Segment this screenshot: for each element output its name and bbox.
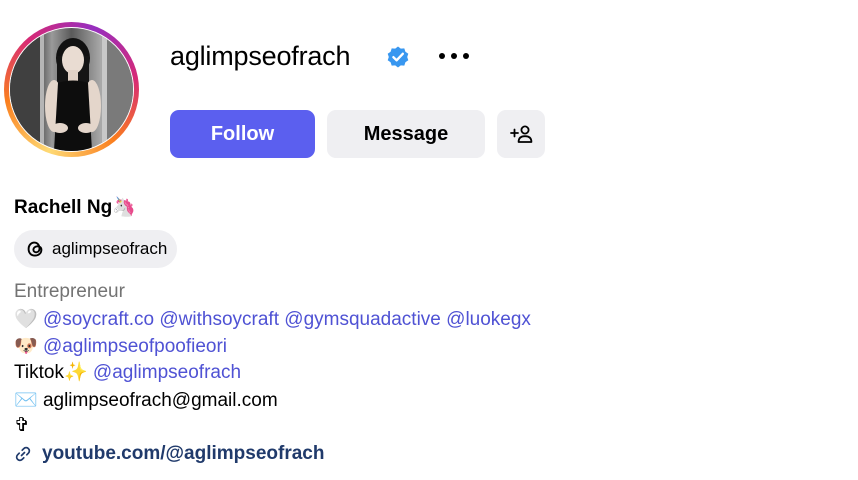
external-link-text: youtube.com/@aglimpseofrach: [42, 443, 325, 464]
suggested-accounts-button[interactable]: [497, 110, 545, 158]
dog-emoji: 🐶: [14, 335, 38, 357]
profile-category: Entrepreneur: [14, 281, 125, 302]
threads-icon: [27, 241, 43, 257]
profile-username: aglimpseofrach: [170, 41, 351, 71]
mention-link[interactable]: @gymsquadactive: [284, 309, 441, 330]
avatar-image: [10, 28, 133, 151]
profile-header: aglimpseofrach Follow Message Rachell Ng…: [0, 0, 858, 480]
add-person-icon: [510, 125, 533, 143]
envelope-emoji: ✉️: [14, 389, 38, 411]
mention-link[interactable]: @soycraft.co: [43, 309, 154, 330]
mention-link[interactable]: @aglimpseofrach: [93, 362, 241, 383]
white-heart-emoji: 🤍: [14, 308, 38, 330]
bio-line-cross: ✞: [14, 415, 30, 436]
profile-avatar[interactable]: [4, 22, 139, 157]
external-link[interactable]: youtube.com/@aglimpseofrach: [14, 442, 324, 466]
follow-button[interactable]: Follow: [170, 110, 315, 158]
bio-line-email: ✉️ aglimpseofrach@gmail.com: [14, 388, 278, 413]
profile-full-name: Rachell Ng🦄: [14, 197, 136, 218]
threads-handle: aglimpseofrach: [52, 239, 168, 258]
link-icon: [15, 446, 31, 462]
tiktok-label: Tiktok✨: [14, 362, 88, 383]
verified-badge-icon: [387, 46, 409, 68]
mention-link[interactable]: @aglimpseofpoofieori: [43, 336, 227, 357]
more-options-icon[interactable]: [434, 41, 474, 71]
bio-line-tiktok: Tiktok✨ @aglimpseofrach: [14, 361, 241, 385]
message-button[interactable]: Message: [327, 110, 485, 158]
threads-badge[interactable]: aglimpseofrach: [14, 230, 178, 268]
avatar-photo: [10, 28, 133, 151]
bio-line-brands: 🤍 @soycraft.co @withsoycraft @gymsquadac…: [14, 307, 531, 332]
email-text: aglimpseofrach@gmail.com: [42, 390, 278, 411]
bio-line-dog: 🐶 @aglimpseofpoofieori: [14, 334, 227, 359]
mention-link[interactable]: @withsoycraft: [159, 309, 279, 330]
mention-link[interactable]: @luokegx: [446, 309, 531, 330]
